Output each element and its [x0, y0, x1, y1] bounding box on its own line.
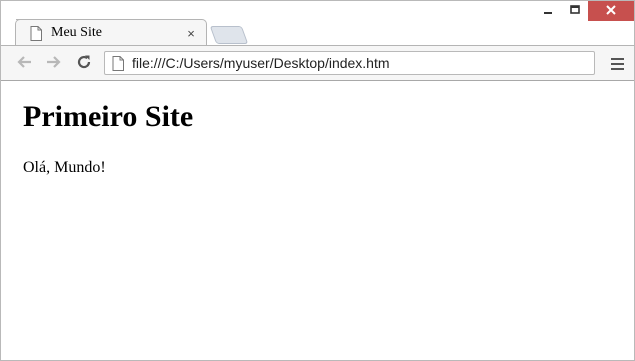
- page-paragraph: Olá, Mundo!: [23, 159, 106, 176]
- reload-icon: [76, 54, 92, 75]
- maximize-icon: [569, 4, 580, 18]
- browser-tab[interactable]: Meu Site ×: [15, 19, 207, 46]
- minimize-button[interactable]: [534, 1, 561, 21]
- new-tab-button[interactable]: [209, 26, 249, 44]
- page-content: Primeiro Site Olá, Mundo!: [2, 81, 633, 354]
- back-button[interactable]: [13, 53, 35, 75]
- browser-menu-button[interactable]: [608, 54, 626, 74]
- page-icon: [30, 25, 43, 41]
- forward-arrow-icon: [46, 55, 62, 74]
- maximize-button[interactable]: [561, 1, 588, 21]
- page-heading: Primeiro Site: [23, 100, 194, 133]
- hamburger-menu-icon: [610, 58, 624, 60]
- minimize-icon: [543, 4, 553, 18]
- close-icon: [606, 4, 616, 18]
- forward-button[interactable]: [43, 53, 65, 75]
- browser-toolbar: file:///C:/Users/myuser/Desktop/index.ht…: [1, 45, 634, 81]
- reload-button[interactable]: [73, 53, 95, 75]
- window-controls: [534, 1, 634, 23]
- tab-close-icon[interactable]: ×: [184, 26, 198, 41]
- address-bar[interactable]: file:///C:/Users/myuser/Desktop/index.ht…: [104, 51, 595, 75]
- hamburger-menu-icon-line: [610, 68, 624, 70]
- back-arrow-icon: [16, 55, 32, 74]
- file-icon: [112, 55, 126, 71]
- hamburger-menu-icon-line: [610, 63, 624, 65]
- close-window-button[interactable]: [588, 1, 634, 21]
- title-bar: Meu Site ×: [1, 1, 634, 46]
- browser-window: Meu Site × file:///C:/Users/myuser/Deskt…: [0, 0, 635, 361]
- address-text[interactable]: file:///C:/Users/myuser/Desktop/index.ht…: [132, 55, 390, 71]
- tab-title: Meu Site: [51, 25, 102, 40]
